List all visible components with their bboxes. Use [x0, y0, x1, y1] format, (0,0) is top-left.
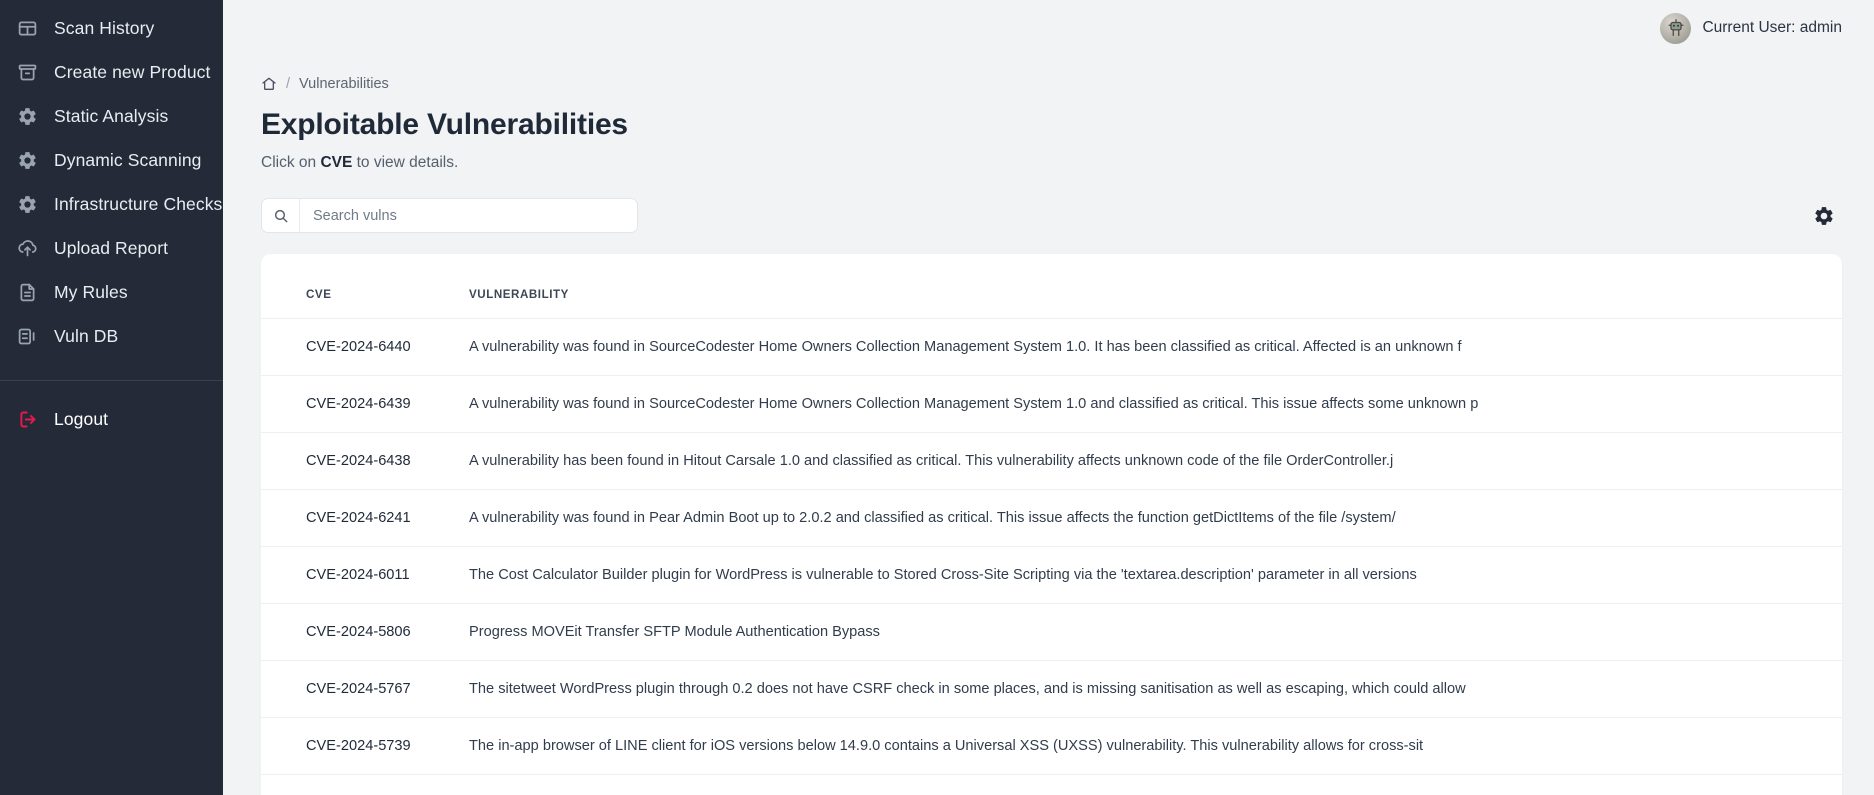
subtitle-emphasis: CVE — [320, 154, 353, 171]
gear-icon — [17, 194, 38, 215]
table-row[interactable]: CVE-2024-6011 The Cost Calculator Builder… — [261, 546, 1842, 604]
app-root: Scan History Create new Product Static A… — [0, 0, 1874, 795]
sidebar-logout-section: Logout — [0, 381, 223, 441]
cell-cve[interactable]: CVE-2024-6439 — [261, 375, 469, 433]
sidebar-item-label: Upload Report — [54, 237, 169, 258]
gear-icon — [17, 150, 38, 171]
cell-cve[interactable]: CVE-2024-6438 — [261, 432, 469, 490]
subtitle-pre: Click on — [261, 154, 321, 171]
sidebar-item-label: My Rules — [54, 281, 128, 302]
cell-cve[interactable]: CVE-2024-6440 — [261, 318, 469, 376]
sidebar-item-label: Vuln DB — [54, 325, 119, 346]
avatar — [1660, 12, 1692, 44]
table-row[interactable]: CVE-2024-5806 Progress MOVEit Transfer SF… — [261, 603, 1842, 661]
cell-cve[interactable]: CVE-2024-5739 — [261, 717, 469, 775]
subtitle-post: to view details. — [352, 154, 459, 171]
sidebar-item-upload-report[interactable]: Upload Report — [0, 226, 223, 270]
table-body: CVE-2024-6440 A vulnerability was found i… — [261, 318, 1842, 775]
cell-cve[interactable]: CVE-2024-5767 — [261, 660, 469, 718]
search-icon — [262, 199, 300, 232]
sidebar-item-logout[interactable]: Logout — [0, 397, 223, 441]
page-subtitle: Click on CVE to view details. — [261, 154, 1842, 172]
sidebar-item-vuln-db[interactable]: Vuln DB — [0, 314, 223, 358]
sidebar-item-dynamic-scanning[interactable]: Dynamic Scanning — [0, 138, 223, 182]
cell-vulnerability: The Cost Calculator Builder plugin for W… — [469, 546, 1842, 604]
table-row[interactable]: CVE-2024-6241 A vulnerability was found i… — [261, 489, 1842, 547]
upload-cloud-icon — [17, 238, 38, 259]
table-row[interactable]: CVE-2024-5739 The in-app browser of LINE … — [261, 717, 1842, 775]
cell-cve[interactable]: CVE-2024-6011 — [261, 546, 469, 604]
breadcrumb-item-vulnerabilities[interactable]: Vulnerabilities — [299, 76, 389, 92]
main-area: Current User: admin / Vulnerabilities Ex… — [223, 0, 1874, 795]
breadcrumb-separator: / — [286, 76, 291, 92]
current-user-box[interactable]: Current User: admin — [1660, 12, 1842, 44]
search-input[interactable] — [300, 199, 637, 232]
breadcrumb: / Vulnerabilities — [261, 76, 1842, 92]
cell-cve[interactable]: CVE-2024-6241 — [261, 489, 469, 547]
cell-vulnerability: A vulnerability was found in SourceCodes… — [469, 318, 1842, 376]
cell-vulnerability: A vulnerability was found in Pear Admin … — [469, 489, 1842, 547]
column-header-vulnerability[interactable]: VULNERABILITY — [469, 254, 1842, 319]
sidebar-item-label: Create new Product — [54, 61, 211, 82]
search-box[interactable] — [261, 198, 638, 233]
home-icon[interactable] — [261, 76, 277, 92]
database-icon — [17, 326, 38, 347]
sidebar-nav-list: Scan History Create new Product Static A… — [0, 6, 223, 358]
table-row[interactable]: CVE-2024-6440 A vulnerability was found i… — [261, 318, 1842, 376]
sidebar: Scan History Create new Product Static A… — [0, 0, 223, 795]
cell-vulnerability: The in-app browser of LINE client for iO… — [469, 717, 1842, 775]
table-row[interactable]: CVE-2024-6439 A vulnerability was found i… — [261, 375, 1842, 433]
cell-vulnerability: A vulnerability has been found in Hitout… — [469, 432, 1842, 490]
table-head: CVE VULNERABILITY — [261, 254, 1842, 319]
current-user-label: Current User: admin — [1702, 19, 1842, 36]
sidebar-item-label: Infrastructure Checks — [54, 193, 223, 214]
cell-vulnerability: A vulnerability was found in SourceCodes… — [469, 375, 1842, 433]
cell-vulnerability: Progress MOVEit Transfer SFTP Module Aut… — [469, 603, 1842, 661]
sidebar-item-create-new-product[interactable]: Create new Product — [0, 50, 223, 94]
toolbar — [261, 198, 1842, 233]
document-icon — [17, 282, 38, 303]
sidebar-item-label: Scan History — [54, 17, 155, 38]
vulnerabilities-table-card: CVE VULNERABILITY CVE-2024-6440 A vulnera… — [261, 254, 1842, 795]
page-title: Exploitable Vulnerabilities — [261, 108, 628, 141]
archive-box-icon — [17, 62, 38, 83]
table-header-row: CVE VULNERABILITY — [261, 254, 1842, 319]
page-content: / Vulnerabilities Exploitable Vulnerabil… — [223, 56, 1874, 795]
sidebar-item-infrastructure-checks[interactable]: Infrastructure Checks — [0, 182, 223, 226]
table-row[interactable]: CVE-2024-5767 The sitetweet WordPress plu… — [261, 660, 1842, 718]
sidebar-item-label: Logout — [54, 408, 109, 429]
cell-cve[interactable]: CVE-2024-5806 — [261, 603, 469, 661]
column-header-cve[interactable]: CVE — [261, 254, 469, 319]
sidebar-item-label: Static Analysis — [54, 105, 169, 126]
settings-gear-icon[interactable] — [1811, 203, 1837, 229]
sidebar-item-label: Dynamic Scanning — [54, 149, 202, 170]
table-icon — [17, 18, 38, 39]
logout-icon — [17, 409, 38, 430]
gear-icon — [17, 106, 38, 127]
cell-vulnerability: The sitetweet WordPress plugin through 0… — [469, 660, 1842, 718]
sidebar-item-my-rules[interactable]: My Rules — [0, 270, 223, 314]
sidebar-item-scan-history[interactable]: Scan History — [0, 6, 223, 50]
sidebar-item-static-analysis[interactable]: Static Analysis — [0, 94, 223, 138]
top-bar: Current User: admin — [223, 0, 1874, 56]
table-row[interactable]: CVE-2024-6438 A vulnerability has been fo… — [261, 432, 1842, 490]
vulnerabilities-table: CVE VULNERABILITY CVE-2024-6440 A vulnera… — [261, 254, 1842, 775]
